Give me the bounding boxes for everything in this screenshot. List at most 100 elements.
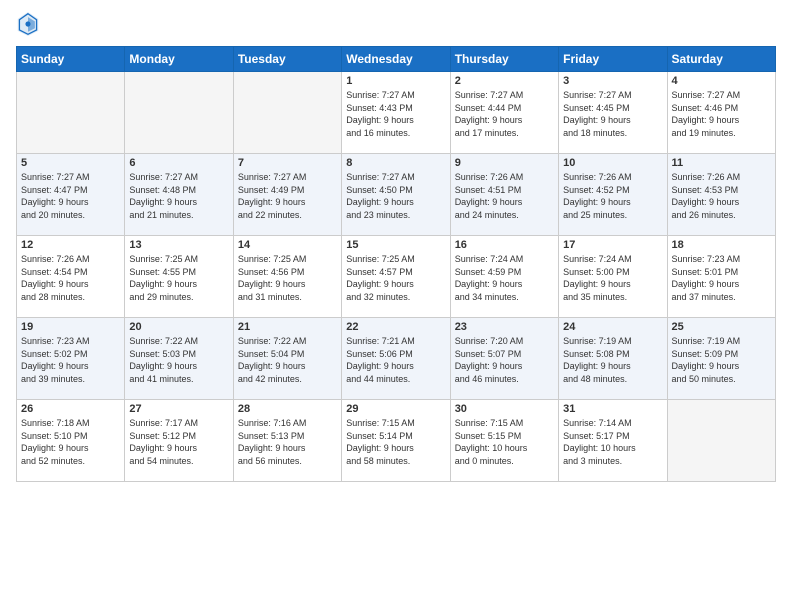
day-number: 21	[238, 321, 337, 333]
day-info: Sunrise: 7:19 AM Sunset: 5:08 PM Dayligh…	[563, 335, 662, 385]
day-info: Sunrise: 7:27 AM Sunset: 4:44 PM Dayligh…	[455, 89, 554, 139]
day-info: Sunrise: 7:19 AM Sunset: 5:09 PM Dayligh…	[672, 335, 771, 385]
day-number: 25	[672, 321, 771, 333]
calendar-cell: 7 Sunrise: 7:27 AM Sunset: 4:49 PM Daylig…	[233, 154, 341, 236]
day-number: 1	[346, 75, 445, 87]
calendar-cell: 1 Sunrise: 7:27 AM Sunset: 4:43 PM Daylig…	[342, 72, 450, 154]
day-number: 10	[563, 157, 662, 169]
day-number: 18	[672, 239, 771, 251]
calendar-cell: 9 Sunrise: 7:26 AM Sunset: 4:51 PM Daylig…	[450, 154, 558, 236]
day-info: Sunrise: 7:23 AM Sunset: 5:01 PM Dayligh…	[672, 253, 771, 303]
calendar-cell: 10 Sunrise: 7:26 AM Sunset: 4:52 PM Dayli…	[559, 154, 667, 236]
calendar-cell: 15 Sunrise: 7:25 AM Sunset: 4:57 PM Dayli…	[342, 236, 450, 318]
day-number: 12	[21, 239, 120, 251]
weekday-header-tuesday: Tuesday	[233, 47, 341, 72]
day-number: 5	[21, 157, 120, 169]
day-info: Sunrise: 7:15 AM Sunset: 5:14 PM Dayligh…	[346, 417, 445, 467]
calendar-cell: 24Sunrise: 7:19 AM Sunset: 5:08 PM Dayli…	[559, 318, 667, 400]
day-info: Sunrise: 7:26 AM Sunset: 4:51 PM Dayligh…	[455, 171, 554, 221]
day-number: 27	[129, 403, 228, 415]
weekday-header-monday: Monday	[125, 47, 233, 72]
day-info: Sunrise: 7:25 AM Sunset: 4:57 PM Dayligh…	[346, 253, 445, 303]
calendar-week-row: 26 Sunrise: 7:18 AM Sunset: 5:10 PM Dayli…	[17, 400, 776, 482]
calendar-cell: 30 Sunrise: 7:15 AM Sunset: 5:15 PM Dayli…	[450, 400, 558, 482]
day-number: 7	[238, 157, 337, 169]
day-number: 23	[455, 321, 554, 333]
day-number: 13	[129, 239, 228, 251]
day-number: 20	[129, 321, 228, 333]
day-number: 2	[455, 75, 554, 87]
calendar-cell: 5 Sunrise: 7:27 AM Sunset: 4:47 PM Daylig…	[17, 154, 125, 236]
calendar-cell: 31 Sunrise: 7:14 AM Sunset: 5:17 PM Dayli…	[559, 400, 667, 482]
calendar-cell: 13Sunrise: 7:25 AM Sunset: 4:55 PM Dayli…	[125, 236, 233, 318]
weekday-header-friday: Friday	[559, 47, 667, 72]
weekday-header-wednesday: Wednesday	[342, 47, 450, 72]
calendar-cell: 20 Sunrise: 7:22 AM Sunset: 5:03 PM Dayli…	[125, 318, 233, 400]
day-number: 26	[21, 403, 120, 415]
day-info: Sunrise: 7:27 AM Sunset: 4:45 PM Dayligh…	[563, 89, 662, 139]
calendar-cell: 26 Sunrise: 7:18 AM Sunset: 5:10 PM Dayli…	[17, 400, 125, 482]
calendar-cell: 11Sunrise: 7:26 AM Sunset: 4:53 PM Dayli…	[667, 154, 775, 236]
calendar-week-row: 5 Sunrise: 7:27 AM Sunset: 4:47 PM Daylig…	[17, 154, 776, 236]
calendar-cell	[233, 72, 341, 154]
day-info: Sunrise: 7:26 AM Sunset: 4:53 PM Dayligh…	[672, 171, 771, 221]
day-number: 31	[563, 403, 662, 415]
calendar-cell: 27 Sunrise: 7:17 AM Sunset: 5:12 PM Dayli…	[125, 400, 233, 482]
weekday-header-sunday: Sunday	[17, 47, 125, 72]
day-info: Sunrise: 7:16 AM Sunset: 5:13 PM Dayligh…	[238, 417, 337, 467]
day-info: Sunrise: 7:14 AM Sunset: 5:17 PM Dayligh…	[563, 417, 662, 467]
day-info: Sunrise: 7:27 AM Sunset: 4:43 PM Dayligh…	[346, 89, 445, 139]
day-info: Sunrise: 7:25 AM Sunset: 4:56 PM Dayligh…	[238, 253, 337, 303]
calendar-cell	[667, 400, 775, 482]
day-info: Sunrise: 7:27 AM Sunset: 4:50 PM Dayligh…	[346, 171, 445, 221]
calendar-cell: 19 Sunrise: 7:23 AM Sunset: 5:02 PM Dayli…	[17, 318, 125, 400]
day-info: Sunrise: 7:20 AM Sunset: 5:07 PM Dayligh…	[455, 335, 554, 385]
calendar-cell: 3Sunrise: 7:27 AM Sunset: 4:45 PM Daylig…	[559, 72, 667, 154]
day-info: Sunrise: 7:18 AM Sunset: 5:10 PM Dayligh…	[21, 417, 120, 467]
day-info: Sunrise: 7:27 AM Sunset: 4:48 PM Dayligh…	[129, 171, 228, 221]
day-number: 22	[346, 321, 445, 333]
day-info: Sunrise: 7:27 AM Sunset: 4:49 PM Dayligh…	[238, 171, 337, 221]
day-number: 9	[455, 157, 554, 169]
calendar-cell: 28Sunrise: 7:16 AM Sunset: 5:13 PM Dayli…	[233, 400, 341, 482]
day-number: 4	[672, 75, 771, 87]
calendar-cell: 2 Sunrise: 7:27 AM Sunset: 4:44 PM Daylig…	[450, 72, 558, 154]
calendar-cell: 16 Sunrise: 7:24 AM Sunset: 4:59 PM Dayli…	[450, 236, 558, 318]
day-number: 6	[129, 157, 228, 169]
calendar-cell: 14 Sunrise: 7:25 AM Sunset: 4:56 PM Dayli…	[233, 236, 341, 318]
day-number: 19	[21, 321, 120, 333]
day-number: 30	[455, 403, 554, 415]
calendar-cell: 22Sunrise: 7:21 AM Sunset: 5:06 PM Dayli…	[342, 318, 450, 400]
header	[16, 10, 776, 38]
day-info: Sunrise: 7:24 AM Sunset: 4:59 PM Dayligh…	[455, 253, 554, 303]
day-info: Sunrise: 7:24 AM Sunset: 5:00 PM Dayligh…	[563, 253, 662, 303]
day-info: Sunrise: 7:27 AM Sunset: 4:47 PM Dayligh…	[21, 171, 120, 221]
calendar-cell	[125, 72, 233, 154]
page: SundayMondayTuesdayWednesdayThursdayFrid…	[0, 0, 792, 612]
logo-icon	[16, 10, 40, 38]
day-info: Sunrise: 7:22 AM Sunset: 5:04 PM Dayligh…	[238, 335, 337, 385]
weekday-header-thursday: Thursday	[450, 47, 558, 72]
logo	[16, 10, 44, 38]
day-info: Sunrise: 7:27 AM Sunset: 4:46 PM Dayligh…	[672, 89, 771, 139]
weekday-header-row: SundayMondayTuesdayWednesdayThursdayFrid…	[17, 47, 776, 72]
calendar-cell: 21 Sunrise: 7:22 AM Sunset: 5:04 PM Dayli…	[233, 318, 341, 400]
calendar-cell: 4 Sunrise: 7:27 AM Sunset: 4:46 PM Daylig…	[667, 72, 775, 154]
day-info: Sunrise: 7:26 AM Sunset: 4:52 PM Dayligh…	[563, 171, 662, 221]
calendar-cell: 25 Sunrise: 7:19 AM Sunset: 5:09 PM Dayli…	[667, 318, 775, 400]
calendar-cell: 17Sunrise: 7:24 AM Sunset: 5:00 PM Dayli…	[559, 236, 667, 318]
day-info: Sunrise: 7:17 AM Sunset: 5:12 PM Dayligh…	[129, 417, 228, 467]
day-number: 14	[238, 239, 337, 251]
weekday-header-saturday: Saturday	[667, 47, 775, 72]
calendar-cell: 6 Sunrise: 7:27 AM Sunset: 4:48 PM Daylig…	[125, 154, 233, 236]
day-info: Sunrise: 7:26 AM Sunset: 4:54 PM Dayligh…	[21, 253, 120, 303]
day-info: Sunrise: 7:23 AM Sunset: 5:02 PM Dayligh…	[21, 335, 120, 385]
day-number: 15	[346, 239, 445, 251]
calendar-cell: 18 Sunrise: 7:23 AM Sunset: 5:01 PM Dayli…	[667, 236, 775, 318]
calendar-cell: 8Sunrise: 7:27 AM Sunset: 4:50 PM Daylig…	[342, 154, 450, 236]
day-info: Sunrise: 7:22 AM Sunset: 5:03 PM Dayligh…	[129, 335, 228, 385]
calendar-week-row: 19 Sunrise: 7:23 AM Sunset: 5:02 PM Dayli…	[17, 318, 776, 400]
day-number: 16	[455, 239, 554, 251]
day-info: Sunrise: 7:15 AM Sunset: 5:15 PM Dayligh…	[455, 417, 554, 467]
calendar-cell: 23 Sunrise: 7:20 AM Sunset: 5:07 PM Dayli…	[450, 318, 558, 400]
